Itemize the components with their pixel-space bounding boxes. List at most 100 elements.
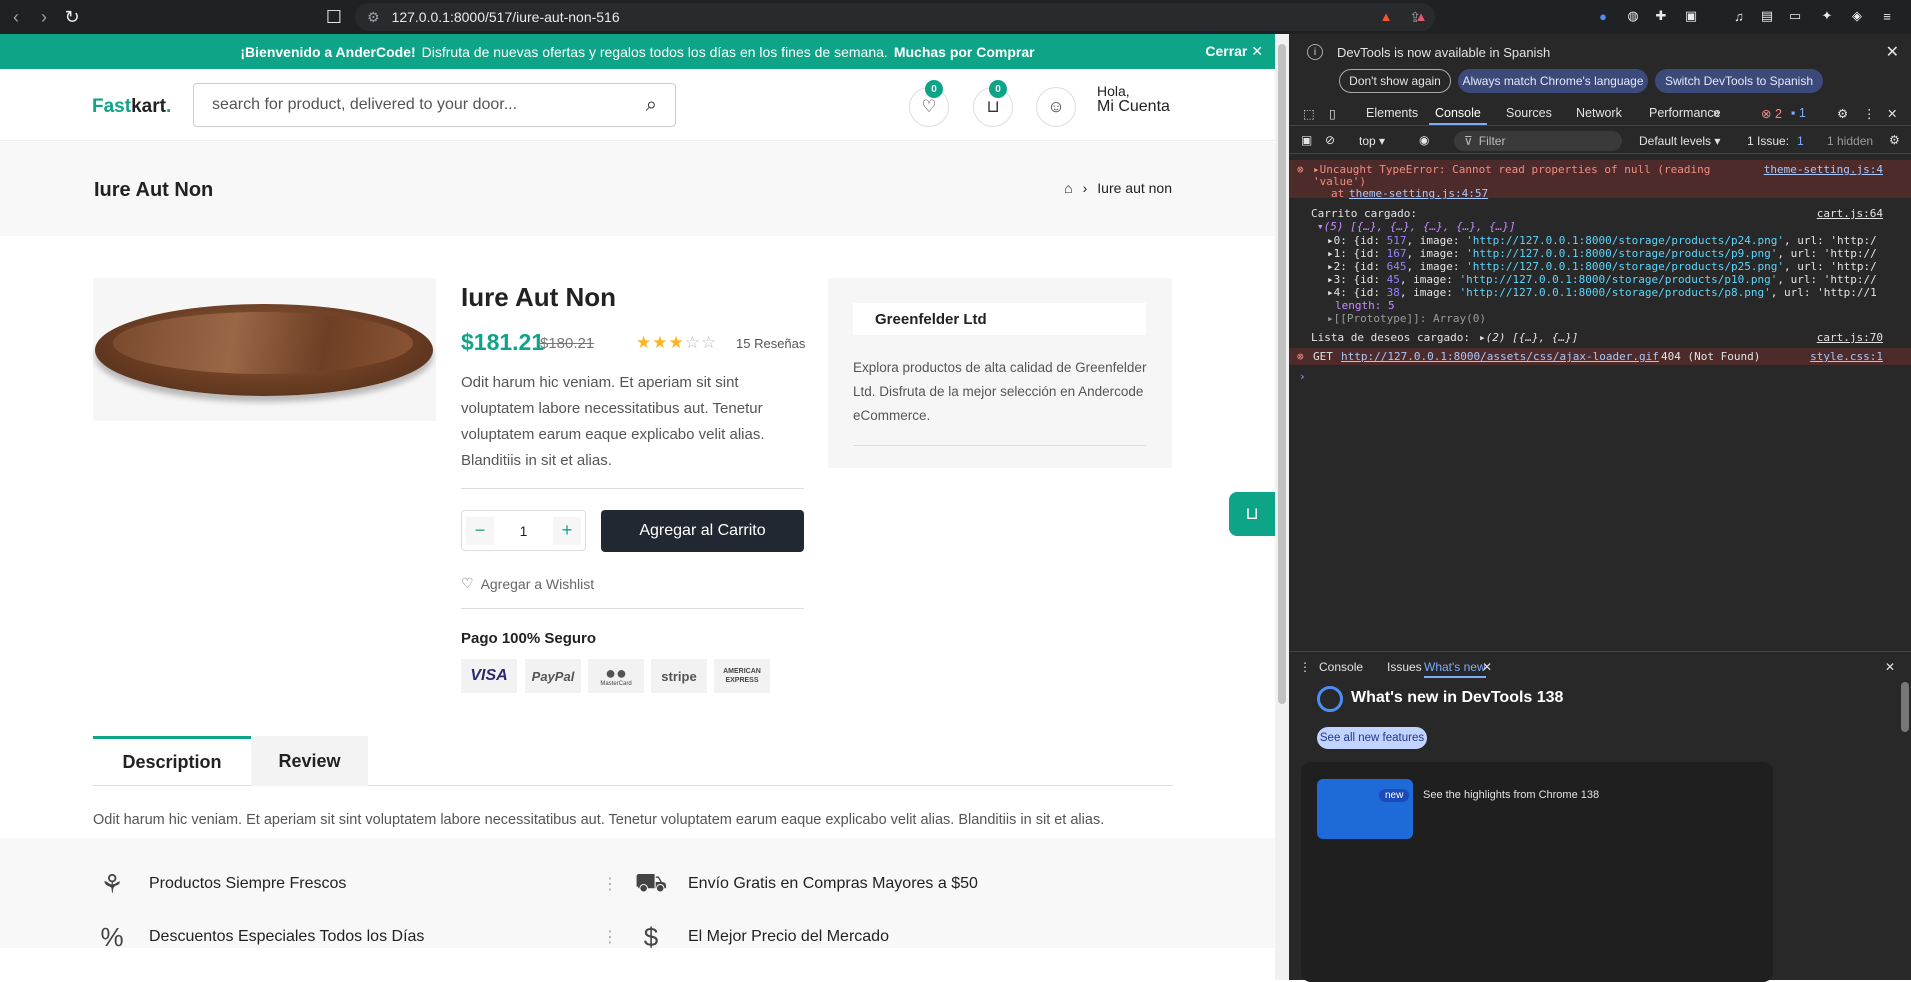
dont-show-again-button[interactable]: Don't show again: [1339, 69, 1451, 93]
drawer-tab-whats-new[interactable]: What's new: [1424, 660, 1486, 678]
close-tab-icon[interactable]: ✕: [1482, 660, 1492, 674]
error-source-link[interactable]: theme-setting.js:4: [1764, 163, 1883, 176]
sidebar-icon[interactable]: ▭: [1784, 5, 1806, 27]
context-selector[interactable]: top ▾: [1359, 134, 1385, 148]
floating-cart-button[interactable]: ⊔: [1229, 492, 1275, 536]
promo-close-button[interactable]: Cerrar ✕: [1205, 43, 1263, 60]
extension-icon[interactable]: ●: [1592, 5, 1614, 27]
close-drawer-icon[interactable]: ✕: [1885, 660, 1895, 674]
device-toggle-icon[interactable]: ▯: [1329, 106, 1336, 121]
add-to-wishlist-link[interactable]: ♡ Agregar a Wishlist: [461, 575, 594, 592]
wishlist-button[interactable]: ♡ 0: [909, 80, 949, 127]
scrollbar-thumb[interactable]: [1278, 44, 1286, 704]
more-tabs-icon[interactable]: »: [1713, 106, 1720, 120]
error-icon: ⊗: [1297, 350, 1304, 363]
drawer-scrollbar[interactable]: [1901, 682, 1909, 732]
log-levels-dropdown[interactable]: Default levels ▾: [1639, 134, 1720, 148]
tab-search-icon[interactable]: ▣: [1680, 5, 1702, 27]
page-scrollbar[interactable]: [1275, 34, 1289, 980]
drawer-menu-icon[interactable]: ⋮: [1299, 660, 1311, 674]
inspect-icon[interactable]: ⬚: [1303, 106, 1315, 121]
message-count-badge[interactable]: ▪ 1: [1791, 106, 1806, 120]
see-all-features-button[interactable]: See all new features: [1317, 727, 1427, 749]
brave-shield-icon[interactable]: ▲: [1375, 5, 1397, 27]
cart-item-row[interactable]: ▸4: {id: 38, image: 'http://127.0.0.1:80…: [1327, 286, 1877, 299]
site-header: Fastkart. search for product, delivered …: [0, 69, 1275, 141]
tab-network[interactable]: Network: [1576, 106, 1622, 120]
address-bar[interactable]: ⚙ 127.0.0.1:8000/517/iure-aut-non-516 ⇪: [355, 3, 1435, 31]
brave-rewards-icon[interactable]: ▲: [1410, 5, 1432, 27]
error-source-link[interactable]: style.css:1: [1810, 350, 1883, 363]
home-icon[interactable]: ⌂: [1064, 180, 1072, 196]
review-count[interactable]: 15 Reseñas: [736, 336, 805, 351]
cart-item-row[interactable]: ▸0: {id: 517, image: 'http://127.0.0.1:8…: [1327, 234, 1877, 247]
drawer-tab-issues[interactable]: Issues: [1387, 660, 1422, 674]
failed-request-url[interactable]: http://127.0.0.1:8000/assets/css/ajax-lo…: [1341, 350, 1659, 363]
promo-message: Disfruta de nuevas ofertas y regalos tod…: [421, 43, 888, 60]
vendor-name[interactable]: Greenfelder Ltd: [853, 303, 1146, 335]
error-stack-link[interactable]: theme-setting.js:4:57: [1349, 187, 1488, 200]
decrease-qty-button[interactable]: −: [466, 516, 494, 545]
tab-elements[interactable]: Elements: [1366, 106, 1418, 120]
wishlist-array[interactable]: ▸(2) [{…}, {…}]: [1479, 331, 1578, 344]
log-source-link[interactable]: cart.js:64: [1817, 207, 1883, 220]
cart-item-row[interactable]: ▸3: {id: 45, image: 'http://127.0.0.1:80…: [1327, 273, 1877, 286]
cart-item-row[interactable]: ▸2: {id: 645, image: 'http://127.0.0.1:8…: [1327, 260, 1877, 273]
eye-icon[interactable]: ◉: [1419, 133, 1429, 147]
wallet-icon[interactable]: ◍: [1622, 5, 1644, 27]
vpn-icon[interactable]: ◈: [1846, 5, 1868, 27]
array-length: length: 5: [1335, 299, 1395, 312]
quantity-value[interactable]: 1: [520, 523, 528, 539]
site-logo[interactable]: Fastkart.: [92, 96, 171, 118]
match-language-button[interactable]: Always match Chrome's language: [1458, 69, 1648, 93]
reload-icon[interactable]: ↻: [58, 3, 86, 31]
bookmark-icon[interactable]: ☐: [320, 3, 348, 31]
sidebar-toggle-icon[interactable]: ▣: [1301, 133, 1312, 147]
switch-to-spanish-button[interactable]: Switch DevTools to Spanish: [1655, 69, 1823, 93]
leo-ai-icon[interactable]: ✦: [1816, 5, 1838, 27]
issues-count[interactable]: 1: [1797, 134, 1804, 148]
tab-description[interactable]: Description: [93, 736, 251, 786]
product-image[interactable]: [93, 278, 436, 421]
search-icon[interactable]: ⌕: [646, 94, 657, 117]
tab-console[interactable]: Console: [1435, 106, 1481, 120]
array-prototype[interactable]: ▸[[Prototype]]: Array(0): [1327, 312, 1486, 325]
user-icon[interactable]: ☺: [1036, 87, 1076, 127]
clear-console-icon[interactable]: ⊘: [1325, 133, 1335, 147]
console-filter-input[interactable]: ⊽ Filter: [1454, 131, 1622, 151]
console-prompt[interactable]: ›: [1299, 370, 1306, 383]
settings-icon[interactable]: ⚙: [1837, 106, 1848, 121]
quantity-stepper[interactable]: − 1 +: [461, 510, 586, 551]
wishlist-label: Agregar a Wishlist: [480, 575, 595, 592]
star-empty-icon: ☆: [701, 333, 718, 352]
kebab-menu-icon[interactable]: ⋮: [1863, 106, 1876, 121]
search-input[interactable]: search for product, delivered to your do…: [193, 83, 676, 127]
back-icon[interactable]: ‹: [2, 3, 30, 31]
drawer-tab-console[interactable]: Console: [1319, 660, 1363, 674]
media-icon[interactable]: ♫: [1728, 5, 1750, 27]
account-menu[interactable]: Hola, Mi Cuenta: [1097, 83, 1170, 115]
console-error[interactable]: ⊗ ▸Uncaught TypeError: Cannot read prope…: [1289, 160, 1911, 200]
issues-label[interactable]: 1 Issue:: [1747, 134, 1789, 148]
menu-icon[interactable]: ≡: [1876, 5, 1898, 27]
site-info-icon[interactable]: ⚙: [367, 9, 380, 26]
error-count-badge[interactable]: ⊗ 2: [1761, 106, 1782, 121]
increase-qty-button[interactable]: +: [552, 516, 581, 545]
console-settings-icon[interactable]: ⚙: [1889, 133, 1900, 147]
reading-list-icon[interactable]: ▤: [1756, 5, 1778, 27]
console-network-error[interactable]: ⊗ GET http://127.0.0.1:8000/assets/css/a…: [1289, 348, 1911, 365]
forward-icon[interactable]: ›: [30, 3, 58, 31]
close-icon[interactable]: ✕: [1886, 42, 1899, 62]
cart-item-row[interactable]: ▸1: {id: 167, image: 'http://127.0.0.1:8…: [1327, 247, 1877, 260]
delivery-truck-icon: ⛟: [634, 866, 668, 897]
tab-review[interactable]: Review: [251, 736, 368, 786]
highlights-card[interactable]: new See the highlights from Chrome 138: [1301, 762, 1773, 982]
tab-performance[interactable]: Performance: [1649, 106, 1721, 120]
extensions-puzzle-icon[interactable]: ✚: [1650, 5, 1672, 27]
cart-array-header[interactable]: ▾(5) [{…}, {…}, {…}, {…}, {…}]: [1317, 220, 1516, 233]
add-to-cart-button[interactable]: Agregar al Carrito: [601, 510, 804, 552]
log-source-link[interactable]: cart.js:70: [1817, 331, 1883, 344]
close-devtools-icon[interactable]: ✕: [1887, 106, 1897, 121]
tab-sources[interactable]: Sources: [1506, 106, 1552, 120]
cart-button[interactable]: ⊔ 0: [973, 80, 1013, 127]
